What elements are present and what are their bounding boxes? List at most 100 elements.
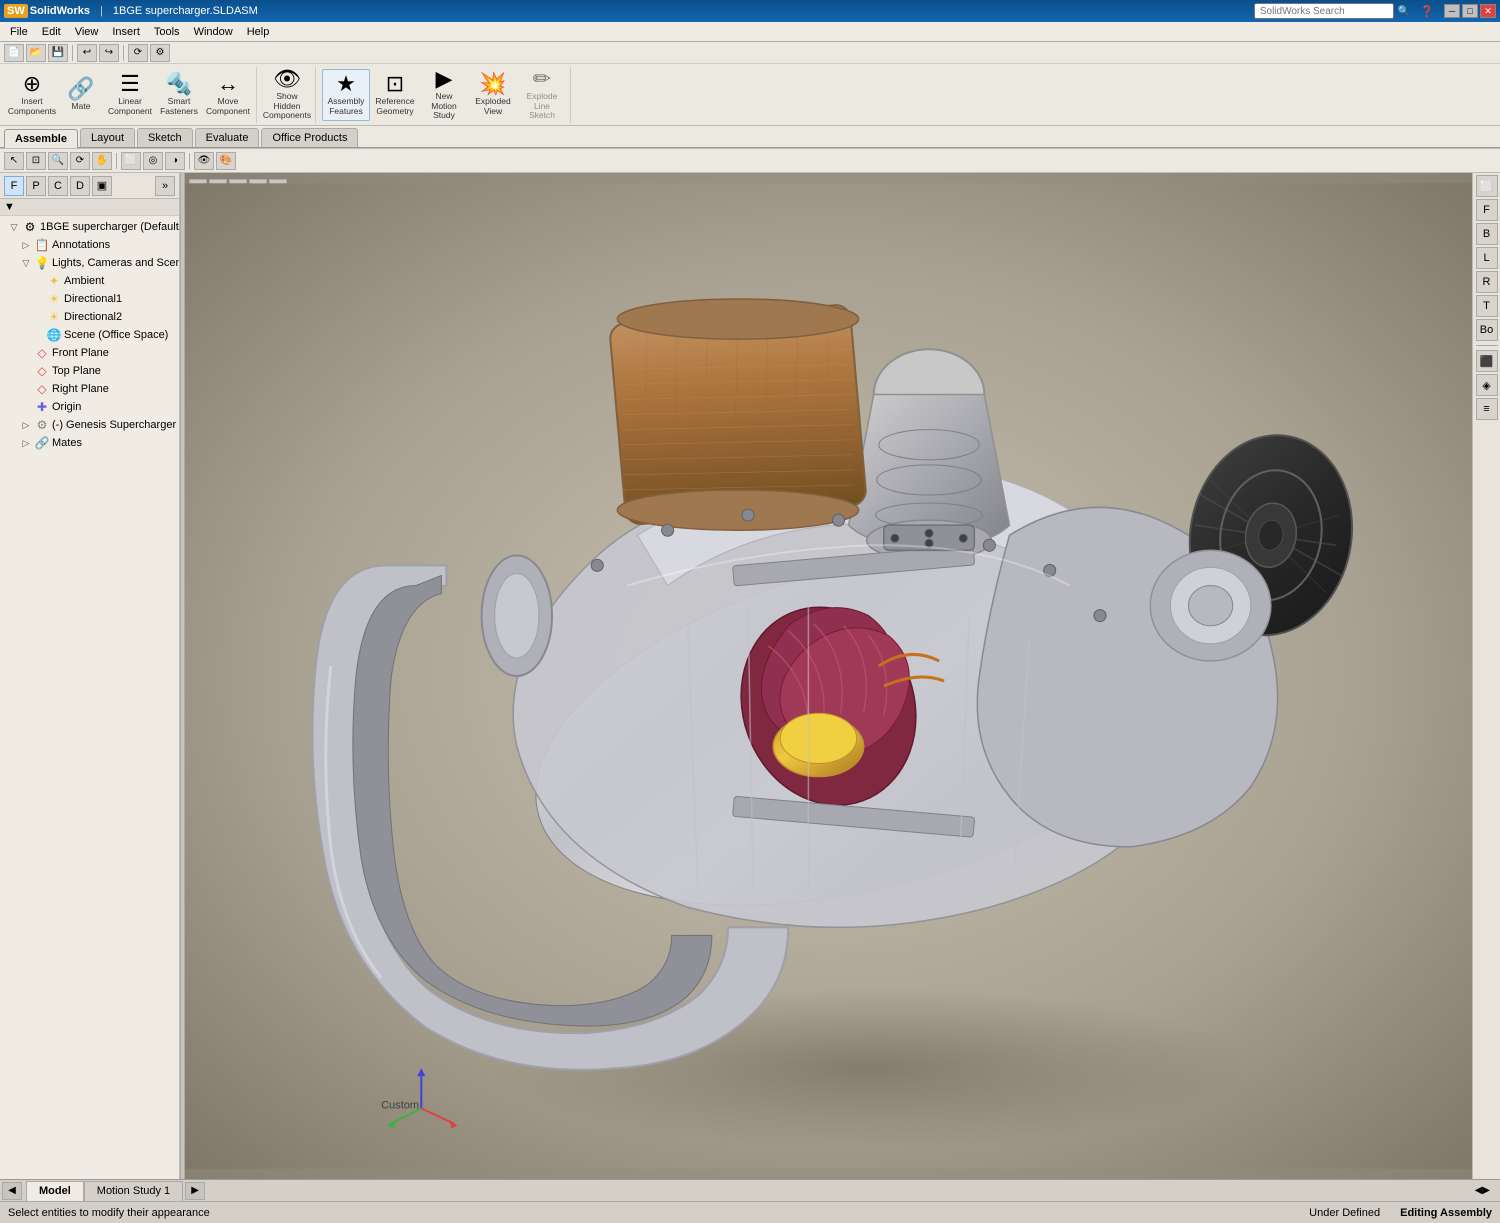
right-plane-label: Right Plane — [52, 383, 109, 395]
view3d-btn[interactable]: ⬜ — [1476, 175, 1498, 197]
insert-components-label: Insert Components — [8, 97, 56, 116]
search-input[interactable] — [1254, 3, 1394, 19]
undo-btn[interactable]: ↩ — [77, 44, 97, 62]
section-cut-btn[interactable]: ⬛ — [1476, 350, 1498, 372]
mates-label: Mates — [52, 437, 82, 449]
zoom-region-btn[interactable]: 🔍 — [48, 152, 68, 170]
hide-show-btn[interactable]: 👁 — [194, 152, 214, 170]
tree-lights[interactable]: ▽ 💡 Lights, Cameras and Scene — [0, 254, 179, 272]
tree-front-plane[interactable]: ◇ Front Plane — [0, 344, 179, 362]
tab-office-products[interactable]: Office Products — [261, 128, 358, 147]
lights-toggle[interactable]: ▽ — [20, 257, 32, 269]
tab-evaluate[interactable]: Evaluate — [195, 128, 260, 147]
back-view-btn[interactable]: B — [1476, 223, 1498, 245]
redo-btn[interactable]: ↪ — [99, 44, 119, 62]
annotations-toggle[interactable]: ▷ — [20, 239, 32, 251]
display-manager-btn[interactable]: ▣ — [92, 176, 112, 196]
search-icon[interactable]: 🔍 — [1398, 6, 1410, 17]
save-btn[interactable]: 💾 — [48, 44, 68, 62]
tab-assemble[interactable]: Assemble — [4, 129, 78, 148]
view-orient-btn[interactable]: ◎ — [143, 152, 163, 170]
menu-file[interactable]: File — [4, 24, 34, 40]
tree-mates[interactable]: ▷ 🔗 Mates — [0, 434, 179, 452]
rebuild-btn[interactable]: ⟳ — [128, 44, 148, 62]
tree-top-plane[interactable]: ◇ Top Plane — [0, 362, 179, 380]
show-hidden-btn[interactable]: 👁 ShowHiddenComponents — [263, 69, 311, 121]
front-view-btn[interactable]: F — [1476, 199, 1498, 221]
open-btn[interactable]: 📂 — [26, 44, 46, 62]
new-motion-study-label: NewMotionStudy — [431, 92, 457, 120]
assembly-features-btn[interactable]: ★ AssemblyFeatures — [322, 69, 370, 121]
viewport[interactable]: ⊡ ◎ ◑ ⬜ ⟨⟩ — [185, 173, 1472, 1179]
scroll-right-btn[interactable]: ▶ — [185, 1182, 205, 1200]
menu-tools[interactable]: Tools — [148, 24, 186, 40]
section-view-btn[interactable]: ⬜ — [121, 152, 141, 170]
close-button[interactable]: ✕ — [1480, 4, 1496, 18]
tree-toggle-main[interactable]: ▼ — [4, 201, 15, 213]
move-component-icon: ↔ — [217, 73, 239, 95]
new-btn[interactable]: 📄 — [4, 44, 24, 62]
minimize-button[interactable]: ─ — [1444, 4, 1460, 18]
status-editing: Editing Assembly — [1400, 1207, 1492, 1219]
exploded-view-icon: 💥 — [479, 73, 506, 95]
reference-geometry-btn[interactable]: ⊡ ReferenceGeometry — [371, 69, 419, 121]
genesis-toggle[interactable]: ▷ — [20, 419, 32, 431]
tree-directional1[interactable]: ☀ Directional1 — [0, 290, 179, 308]
zoom-to-fit-btn[interactable]: ⊡ — [26, 152, 46, 170]
zebra-stripes-btn[interactable]: ≡ — [1476, 398, 1498, 420]
display-mode-btn[interactable]: ◈ — [1476, 374, 1498, 396]
right-view-btn[interactable]: R — [1476, 271, 1498, 293]
tree-directional2[interactable]: ☀ Directional2 — [0, 308, 179, 326]
pointer-btn[interactable]: ↖ — [4, 152, 24, 170]
dimxpert-btn[interactable]: D — [70, 176, 90, 196]
assembly-features-icon: ★ — [336, 73, 356, 95]
rotate-view-btn[interactable]: ⟳ — [70, 152, 90, 170]
feature-manager-btn[interactable]: F — [4, 176, 24, 196]
menu-help[interactable]: Help — [241, 24, 276, 40]
menu-view[interactable]: View — [69, 24, 105, 40]
scroll-left-btn[interactable]: ◀ — [2, 1182, 22, 1200]
tree-annotations[interactable]: ▷ 📋 Annotations — [0, 236, 179, 254]
help-icon[interactable]: ❓ — [1416, 5, 1438, 18]
tree-right-plane[interactable]: ◇ Right Plane — [0, 380, 179, 398]
tab-layout[interactable]: Layout — [80, 128, 135, 147]
tree-origin[interactable]: ✚ Origin — [0, 398, 179, 416]
config-manager-btn[interactable]: C — [48, 176, 68, 196]
svg-text:Custom: Custom — [381, 1099, 419, 1111]
property-manager-btn[interactable]: P — [26, 176, 46, 196]
bottom-tab-model[interactable]: Model — [26, 1181, 84, 1201]
ambient-toggle — [32, 275, 44, 287]
move-component-btn[interactable]: ↔ MoveComponent — [204, 69, 252, 121]
new-motion-study-btn[interactable]: ▶ NewMotionStudy — [420, 69, 468, 121]
menu-insert[interactable]: Insert — [106, 24, 146, 40]
assembly-toggle[interactable]: ▽ — [8, 221, 20, 233]
bottom-tab-motion-study[interactable]: Motion Study 1 — [84, 1181, 183, 1201]
pan-btn[interactable]: ✋ — [92, 152, 112, 170]
bottom-view-btn[interactable]: Bo — [1476, 319, 1498, 341]
explode-line-sketch-btn[interactable]: ✏ ExplodeLineSketch — [518, 69, 566, 121]
mates-toggle[interactable]: ▷ — [20, 437, 32, 449]
insert-components-btn[interactable]: ⊕ Insert Components — [8, 69, 56, 121]
panel-expand-btn[interactable]: » — [155, 176, 175, 196]
title-bar-left: SW SolidWorks | 1BGE supercharger.SLDASM — [4, 4, 258, 18]
mate-btn[interactable]: 🔗 Mate — [57, 69, 105, 121]
menu-edit[interactable]: Edit — [36, 24, 67, 40]
dir1-toggle — [32, 293, 44, 305]
display-style-btn[interactable]: ◑ — [165, 152, 185, 170]
options-btn[interactable]: ⚙ — [150, 44, 170, 62]
tree-scene[interactable]: 🌐 Scene (Office Space) — [0, 326, 179, 344]
linear-component-btn[interactable]: ☰ LinearComponent — [106, 69, 154, 121]
tree-genesis[interactable]: ▷ ⚙ (-) Genesis Supercharger Final — [0, 416, 179, 434]
tree-ambient[interactable]: ✦ Ambient — [0, 272, 179, 290]
appearance-btn[interactable]: 🎨 — [216, 152, 236, 170]
title-bar: SW SolidWorks | 1BGE supercharger.SLDASM… — [0, 0, 1500, 22]
menu-bar: File Edit View Insert Tools Window Help — [0, 22, 1500, 42]
menu-window[interactable]: Window — [188, 24, 239, 40]
tree-assembly-root[interactable]: ▽ ⚙ 1BGE supercharger (Default<Displa — [0, 218, 179, 236]
exploded-view-btn[interactable]: 💥 ExplodedView — [469, 69, 517, 121]
top-view-btn[interactable]: T — [1476, 295, 1498, 317]
tab-sketch[interactable]: Sketch — [137, 128, 193, 147]
restore-button[interactable]: □ — [1462, 4, 1478, 18]
left-view-btn[interactable]: L — [1476, 247, 1498, 269]
smart-fasteners-btn[interactable]: 🔩 SmartFasteners — [155, 69, 203, 121]
